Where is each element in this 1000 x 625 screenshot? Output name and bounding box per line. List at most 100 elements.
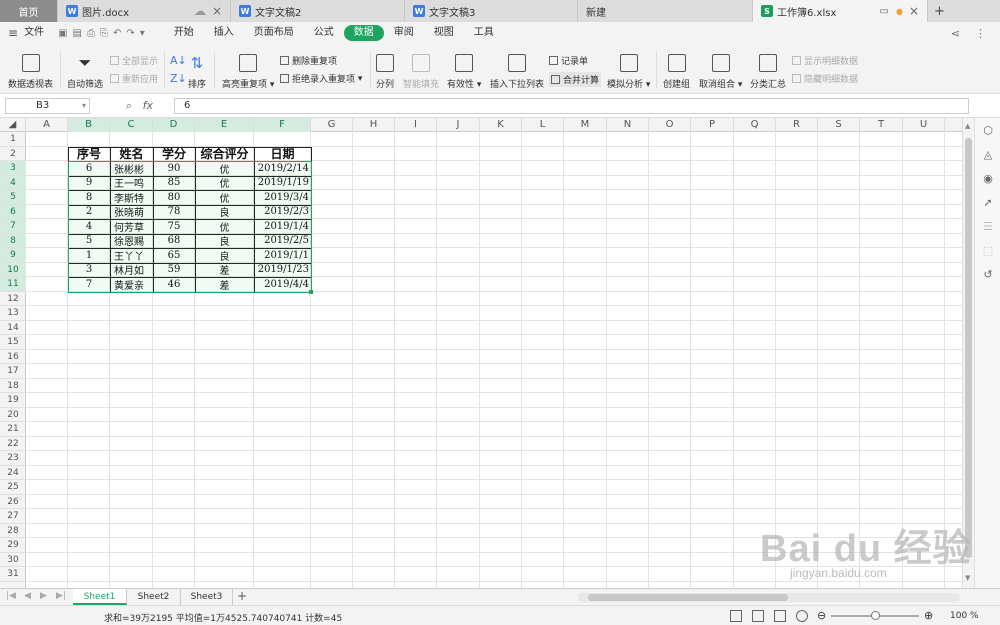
column-header-r[interactable]: R: [776, 118, 818, 132]
tab-doc3[interactable]: W 文字文稿3: [405, 0, 578, 22]
menu-formula[interactable]: 公式: [304, 25, 344, 41]
row-header-16[interactable]: 16: [0, 350, 26, 364]
column-header-h[interactable]: H: [353, 118, 395, 132]
row-header-6[interactable]: 6: [0, 204, 26, 219]
delete-duplicates-button[interactable]: 删除重复项: [280, 54, 337, 67]
table-cell[interactable]: 优: [195, 219, 254, 234]
create-group-button[interactable]: 创建组: [663, 54, 690, 90]
page-break-view-icon[interactable]: [774, 610, 786, 622]
zoom-in-icon[interactable]: ⊕: [924, 609, 933, 622]
pivot-table-button[interactable]: 数据透视表: [8, 54, 53, 90]
style-icon[interactable]: ◬: [981, 148, 995, 162]
row-header-9[interactable]: 9: [0, 248, 26, 263]
table-cell[interactable]: 黄爱亲: [110, 277, 153, 292]
shapes-icon[interactable]: ⬡: [981, 124, 995, 138]
column-header-u[interactable]: U: [903, 118, 945, 132]
reject-duplicates-button[interactable]: 拒绝录入重复项 ▾: [280, 72, 362, 85]
row-header-2[interactable]: 2: [0, 147, 26, 161]
insert-dropdown-button[interactable]: 插入下拉列表: [490, 54, 544, 90]
menu-start[interactable]: 开始: [164, 25, 204, 41]
table-header-cell[interactable]: 日期: [254, 147, 311, 161]
show-all-button[interactable]: 全部显示: [110, 54, 158, 67]
menu-insert[interactable]: 插入: [204, 25, 244, 41]
menu-data[interactable]: 数据: [343, 25, 384, 41]
table-cell[interactable]: 优: [195, 161, 254, 176]
table-cell[interactable]: 2019/2/5: [254, 234, 311, 249]
close-icon[interactable]: ×: [212, 4, 222, 18]
column-header-t[interactable]: T: [860, 118, 903, 132]
row-header-23[interactable]: 23: [0, 451, 26, 466]
split-column-button[interactable]: 分列: [376, 54, 394, 90]
row-header-15[interactable]: 15: [0, 335, 26, 350]
table-cell[interactable]: 何芳草: [110, 219, 153, 234]
consolidate-button[interactable]: 合并计算: [549, 72, 602, 87]
table-cell[interactable]: 王丫丫: [110, 248, 153, 263]
table-cell[interactable]: 9: [68, 176, 110, 191]
column-header-b[interactable]: B: [68, 118, 110, 132]
table-cell[interactable]: 4: [68, 219, 110, 234]
row-header-13[interactable]: 13: [0, 306, 26, 321]
record-form-button[interactable]: 记录单: [549, 54, 588, 67]
highlight-duplicates-button[interactable]: 高亮重复项 ▾: [222, 54, 274, 90]
column-header-l[interactable]: L: [522, 118, 564, 132]
row-header-14[interactable]: 14: [0, 321, 26, 335]
history-icon[interactable]: ↺: [981, 268, 995, 282]
smart-fill-button[interactable]: 智能填充: [403, 54, 439, 90]
table-cell[interactable]: 8: [68, 190, 110, 205]
column-header-j[interactable]: J: [437, 118, 480, 132]
sort-asc-icon[interactable]: A↓: [170, 54, 187, 67]
prev-sheet-icon[interactable]: ◀: [24, 591, 31, 601]
tab-doc2[interactable]: W 文字文稿2: [231, 0, 405, 22]
row-header-30[interactable]: 30: [0, 553, 26, 567]
column-header-p[interactable]: P: [691, 118, 734, 132]
share-icon[interactable]: ⋖: [951, 27, 960, 40]
menu-review[interactable]: 审阅: [384, 25, 424, 41]
row-header-19[interactable]: 19: [0, 393, 26, 408]
fill-handle[interactable]: [309, 289, 313, 294]
table-cell[interactable]: 2019/1/1: [254, 248, 311, 263]
tab-workbook6[interactable]: S 工作簿6.xlsx ▭ ● ×: [753, 0, 928, 22]
row-header-22[interactable]: 22: [0, 437, 26, 451]
first-sheet-icon[interactable]: |◀: [6, 591, 16, 601]
column-header-d[interactable]: D: [153, 118, 195, 132]
tab-home[interactable]: 首页: [0, 0, 58, 22]
row-header-18[interactable]: 18: [0, 379, 26, 393]
row-header-27[interactable]: 27: [0, 509, 26, 524]
table-cell[interactable]: 1: [68, 248, 110, 263]
table-cell[interactable]: 2019/4/4: [254, 277, 311, 292]
cursor-icon[interactable]: ➚: [981, 196, 995, 210]
row-header-26[interactable]: 26: [0, 495, 26, 509]
add-sheet-plus-icon[interactable]: +: [237, 589, 247, 603]
table-header-cell[interactable]: 学分: [153, 147, 195, 161]
table-cell[interactable]: 5: [68, 234, 110, 249]
row-header-8[interactable]: 8: [0, 233, 26, 248]
table-cell[interactable]: 差: [195, 277, 254, 292]
horizontal-scrollbar[interactable]: [578, 593, 960, 602]
table-cell[interactable]: 2: [68, 205, 110, 220]
table-cell[interactable]: 王一鸣: [110, 176, 153, 190]
row-header-7[interactable]: 7: [0, 219, 26, 234]
table-cell[interactable]: 良: [195, 248, 254, 263]
column-header-q[interactable]: Q: [734, 118, 776, 132]
table-cell[interactable]: 差: [195, 263, 254, 277]
table-cell[interactable]: 65: [153, 248, 195, 263]
tab-new[interactable]: 新建: [578, 0, 753, 22]
reading-mode-icon[interactable]: [796, 610, 808, 622]
page-layout-view-icon[interactable]: [752, 610, 764, 622]
table-cell[interactable]: 2019/2/14: [254, 161, 311, 176]
tab-picture-docx[interactable]: W 图片.docx ☁ ×: [58, 0, 231, 22]
table-cell[interactable]: 80: [153, 190, 195, 205]
table-cell[interactable]: 3: [68, 263, 110, 278]
row-header-4[interactable]: 4: [0, 175, 26, 190]
ungroup-button[interactable]: 取消组合 ▾: [699, 54, 742, 90]
sort-button[interactable]: ⇅ 排序: [188, 54, 206, 90]
column-header-o[interactable]: O: [649, 118, 691, 132]
sort-desc-icon[interactable]: Z↓: [170, 72, 187, 85]
menu-tools[interactable]: 工具: [464, 25, 504, 41]
properties-icon[interactable]: ☰: [981, 220, 995, 234]
menu-file[interactable]: 文件: [18, 25, 54, 41]
table-cell[interactable]: 2019/2/3: [254, 205, 311, 220]
table-cell[interactable]: 优: [195, 176, 254, 190]
table-cell[interactable]: 2019/1/19: [254, 176, 311, 191]
hamburger-icon[interactable]: ≡: [8, 26, 18, 40]
